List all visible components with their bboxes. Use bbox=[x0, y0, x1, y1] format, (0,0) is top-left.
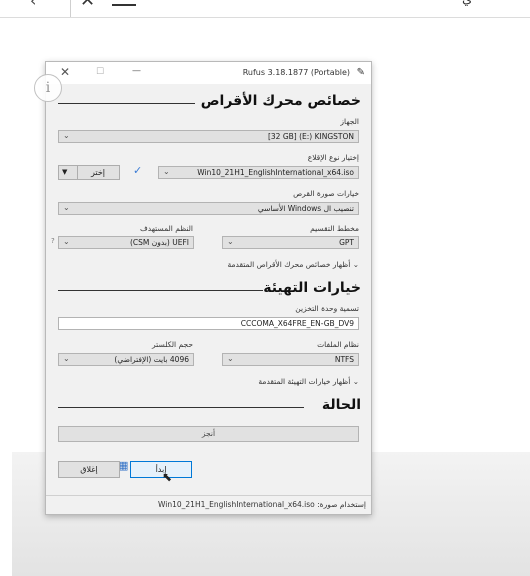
volume-label-label: تسمية وحدة التخزين bbox=[295, 304, 359, 313]
mouse-cursor-icon: ⬉ bbox=[162, 470, 173, 484]
volume-label-value: CCCOMA_X64FRE_EN-GB_DV9 bbox=[240, 319, 354, 328]
boot-selection-select[interactable]: ⌄ Win10_21H1_EnglishInternational_x64.is… bbox=[158, 166, 359, 179]
image-option-select[interactable]: ⌄ تنصيب ال Windows الأساسي bbox=[58, 202, 359, 215]
volume-label-input[interactable]: CCCOMA_X64FRE_EN-GB_DV9 bbox=[58, 317, 359, 330]
button-split bbox=[77, 166, 78, 179]
close-icon[interactable]: ✕ bbox=[80, 0, 95, 11]
chevron-down-icon: ⌄ bbox=[227, 237, 234, 246]
partition-scheme-label: مخطط التقسيم bbox=[310, 224, 359, 233]
format-options-heading: خيارات التهيئة bbox=[263, 280, 361, 296]
image-option-value: تنصيب ال Windows الأساسي bbox=[257, 204, 354, 213]
title-bar: ✕ ☐ — Rufus 3.18.1877 (Portable) ✎ bbox=[46, 62, 371, 84]
cluster-size-value: 4096 بايت (الإفتراضي) bbox=[114, 355, 189, 364]
partition-scheme-value: GPT bbox=[339, 238, 354, 247]
window-title: Rufus 3.18.1877 (Portable) ✎ bbox=[243, 67, 365, 78]
drive-heading-line bbox=[58, 103, 195, 104]
toolbar-glyph: ي bbox=[462, 0, 472, 7]
device-label: الجهاز bbox=[340, 117, 359, 126]
cluster-size-select[interactable]: ⌄ 4096 بايت (الإفتراضي) bbox=[58, 353, 194, 366]
partition-scheme-select[interactable]: ⌄ GPT bbox=[222, 236, 359, 249]
help-mark[interactable]: ? bbox=[51, 237, 55, 245]
filesystem-value: NTFS bbox=[334, 355, 354, 364]
target-system-value: UEFI (بدون CSM) bbox=[129, 238, 189, 247]
back-icon[interactable]: ‹ bbox=[30, 0, 36, 10]
start-button[interactable]: إبدأ bbox=[130, 461, 192, 478]
device-select[interactable]: ⌄ [32 GB] (E:) KINGSTON bbox=[58, 130, 359, 143]
minimize-window-button[interactable]: — bbox=[132, 66, 141, 76]
dropdown-arrow-icon[interactable]: ▼ bbox=[62, 166, 67, 179]
status-heading-line bbox=[58, 407, 304, 408]
close-window-button[interactable]: ✕ bbox=[60, 65, 70, 79]
target-system-select[interactable]: ⌄ UEFI (بدون CSM) bbox=[58, 236, 194, 249]
chevron-down-icon: ⌄ bbox=[63, 203, 70, 212]
maximize-window-button[interactable]: ☐ bbox=[96, 67, 104, 77]
drive-advanced-label: أظهار خصائص محرك الأقراص المتقدمة bbox=[227, 260, 351, 269]
status-bar: إستخدام صورة: Win10_21H1_EnglishInternat… bbox=[46, 495, 371, 514]
image-option-label: خيارات صورة القرص bbox=[293, 189, 359, 198]
chevron-down-icon: ⌄ bbox=[63, 354, 70, 363]
progress-bar: أنجز bbox=[58, 426, 359, 442]
status-heading: الحالة bbox=[321, 397, 361, 413]
rufus-window: ✕ ☐ — Rufus 3.18.1877 (Portable) ✎ i خصا… bbox=[34, 61, 372, 515]
close-button-label: إغلاق bbox=[80, 465, 98, 474]
cluster-size-label: حجم الكلستر bbox=[152, 340, 193, 349]
window-title-text: Rufus 3.18.1877 (Portable) bbox=[242, 68, 351, 77]
progress-text: أنجز bbox=[201, 429, 216, 438]
toggle-chevron-icon: ⌄ bbox=[352, 377, 359, 386]
toggle-chevron-icon: ⌄ bbox=[352, 260, 359, 269]
top-toolbar: ‹ ✕ ي bbox=[0, 0, 530, 18]
check-circle-icon[interactable]: ✓ bbox=[133, 164, 142, 177]
filesystem-label: نظام الملفات bbox=[317, 340, 359, 349]
chevron-down-icon: ⌄ bbox=[63, 237, 70, 246]
select-button-label: إختر bbox=[91, 168, 105, 177]
filesystem-select[interactable]: ⌄ NTFS bbox=[222, 353, 359, 366]
chevron-down-icon: ⌄ bbox=[163, 167, 170, 176]
drive-properties-heading: خصائص محرك الأقراص bbox=[200, 93, 361, 109]
close-button[interactable]: إغلاق bbox=[58, 461, 120, 478]
boot-selection-value: Win10_21H1_EnglishInternational_x64.iso bbox=[197, 168, 354, 177]
format-advanced-label: أظهار خيارات التهيئة المتقدمة bbox=[258, 377, 351, 386]
format-heading-line bbox=[58, 290, 263, 291]
chevron-down-icon: ⌄ bbox=[227, 354, 234, 363]
chevron-down-icon: ⌄ bbox=[63, 131, 70, 140]
underline-icon[interactable] bbox=[112, 4, 136, 6]
status-bar-text: إستخدام صورة: Win10_21H1_EnglishInternat… bbox=[158, 500, 366, 509]
format-advanced-toggle[interactable]: ⌄ أظهار خيارات التهيئة المتقدمة bbox=[258, 377, 359, 386]
drive-advanced-toggle[interactable]: ⌄ أظهار خصائص محرك الأقراص المتقدمة bbox=[228, 260, 360, 269]
info-icon[interactable]: i bbox=[34, 74, 62, 102]
select-image-button[interactable]: ▼ إختر bbox=[58, 165, 120, 180]
boot-selection-label: إختيار نوع الإقلاع bbox=[307, 153, 359, 162]
device-value: [32 GB] (E:) KINGSTON bbox=[267, 132, 354, 141]
target-system-label: النظم المستهدف bbox=[140, 224, 193, 233]
toolbar-divider bbox=[70, 0, 71, 17]
pen-icon: ✎ bbox=[356, 67, 365, 78]
